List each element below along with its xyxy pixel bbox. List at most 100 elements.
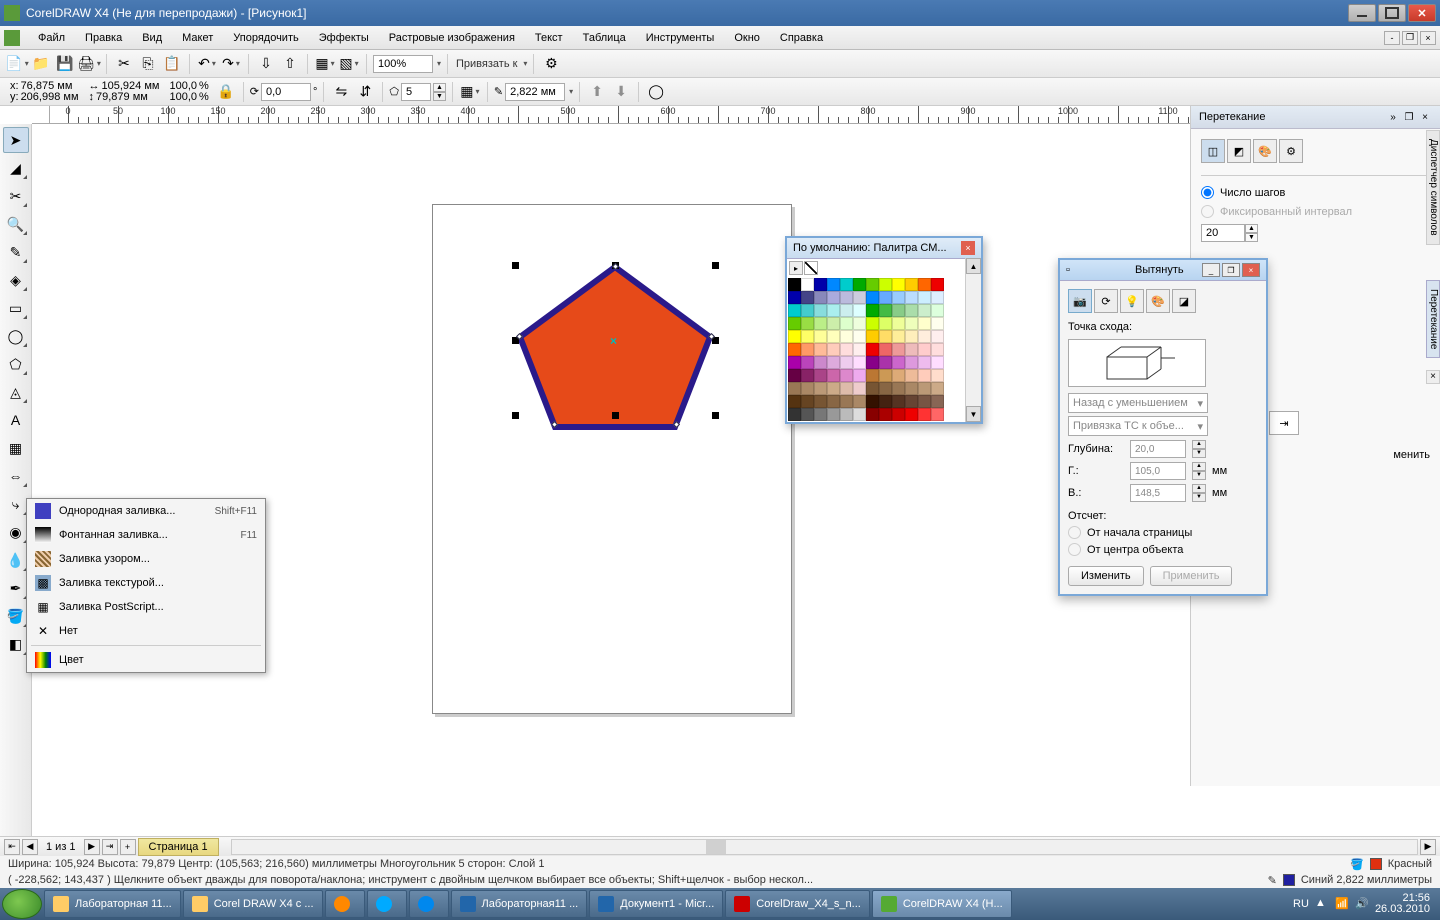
fixed-radio[interactable] (1201, 205, 1214, 218)
palette-swatch[interactable] (879, 330, 892, 343)
extrude-apply-button[interactable]: Применить (1150, 566, 1233, 586)
scale-y-value[interactable]: 100,0 (169, 92, 197, 103)
palette-swatch[interactable] (905, 343, 918, 356)
palette-swatch[interactable] (905, 356, 918, 369)
shape-tool[interactable]: ◢ (3, 155, 29, 181)
palette-swatch[interactable] (788, 395, 801, 408)
palette-swatch[interactable] (931, 395, 944, 408)
palette-swatch[interactable] (788, 356, 801, 369)
palette-swatch[interactable] (918, 291, 931, 304)
palette-swatch[interactable] (879, 356, 892, 369)
doc-minimize-button[interactable]: - (1384, 31, 1400, 45)
blend-undock-button[interactable]: ❐ (1402, 110, 1416, 124)
palette-swatch[interactable] (918, 317, 931, 330)
ruler-origin[interactable] (32, 106, 50, 124)
palette-swatch[interactable] (788, 382, 801, 395)
palette-swatch[interactable] (918, 304, 931, 317)
palette-swatch[interactable] (827, 408, 840, 421)
palette-swatch[interactable] (905, 408, 918, 421)
palette-swatch[interactable] (840, 395, 853, 408)
blend-tab-accel[interactable]: ◩ (1227, 139, 1251, 163)
docker-tab-symbols[interactable]: Диспетчер символов (1426, 130, 1440, 245)
doc-restore-button[interactable]: ❐ (1402, 31, 1418, 45)
palette-swatch[interactable] (840, 343, 853, 356)
palette-swatch[interactable] (892, 330, 905, 343)
palette-swatch[interactable] (788, 278, 801, 291)
palette-swatch[interactable] (853, 369, 866, 382)
palette-swatch[interactable] (788, 343, 801, 356)
extrude-lock-select[interactable]: Привязка ТС к объе...▾ (1068, 416, 1208, 436)
palette-scrollbar[interactable]: ▲ ▼ (965, 258, 981, 422)
palette-swatch[interactable] (879, 317, 892, 330)
window-maximize-button[interactable] (1378, 4, 1406, 22)
interactive-tool[interactable]: ◉ (3, 519, 29, 545)
no-fill-item[interactable]: ✕Нет (27, 619, 265, 643)
task-coreldraw[interactable]: CorelDRAW X4 (Н... (872, 890, 1012, 918)
tray-flag-icon[interactable]: ▲ (1315, 897, 1329, 911)
docker-tab-close[interactable]: × (1426, 370, 1440, 384)
palette-swatch[interactable] (879, 395, 892, 408)
palette-swatch[interactable] (814, 304, 827, 317)
palette-swatch[interactable] (866, 278, 879, 291)
next-page-button[interactable]: ▶ (84, 839, 100, 855)
palette-swatch[interactable] (879, 291, 892, 304)
first-page-button[interactable]: ⇤ (4, 839, 20, 855)
palette-swatch[interactable] (801, 291, 814, 304)
extrude-tab-light[interactable]: 💡 (1120, 289, 1144, 313)
fill-swatch[interactable] (1370, 858, 1382, 870)
task-ie[interactable] (409, 890, 449, 918)
palette-swatch[interactable] (788, 330, 801, 343)
palette-swatch[interactable] (866, 408, 879, 421)
palette-swatch[interactable] (801, 278, 814, 291)
task-folder-2[interactable]: Corel DRAW X4 c ... (183, 890, 323, 918)
doc-close-button[interactable]: × (1420, 31, 1436, 45)
palette-swatch[interactable] (814, 291, 827, 304)
options-button[interactable]: ⚙ (540, 53, 562, 75)
handle-ne[interactable] (712, 262, 719, 269)
palette-swatch[interactable] (840, 304, 853, 317)
v-input[interactable] (1130, 484, 1186, 502)
menu-table[interactable]: Таблица (573, 29, 636, 47)
blend-tab-misc[interactable]: ⚙ (1279, 139, 1303, 163)
task-folder-1[interactable]: Лабораторная 11... (44, 890, 181, 918)
last-page-button[interactable]: ⇥ (102, 839, 118, 855)
handle-s[interactable] (612, 412, 619, 419)
palette-swatch[interactable] (931, 408, 944, 421)
palette-swatch[interactable] (788, 369, 801, 382)
palette-swatch[interactable] (840, 317, 853, 330)
palette-swatch[interactable] (827, 330, 840, 343)
palette-swatch[interactable] (866, 343, 879, 356)
palette-swatch[interactable] (788, 408, 801, 421)
palette-swatch[interactable] (879, 343, 892, 356)
palette-swatch[interactable] (879, 408, 892, 421)
mirror-h-button[interactable]: ⇋ (330, 81, 352, 103)
scale-x-value[interactable]: 100,0 (169, 81, 197, 92)
palette-swatch[interactable] (905, 395, 918, 408)
palette-swatch[interactable] (866, 356, 879, 369)
palette-swatch[interactable] (879, 369, 892, 382)
rotation-input[interactable] (261, 83, 311, 101)
extrude-min-button[interactable]: _ (1202, 263, 1220, 277)
color-fill-item[interactable]: Цвет (27, 648, 265, 672)
palette-swatch[interactable] (866, 304, 879, 317)
blend-apply-button[interactable]: менить (1393, 449, 1430, 461)
copy-button[interactable]: ⎘ (137, 53, 159, 75)
new-button[interactable]: 📄 (6, 53, 28, 75)
paste-button[interactable]: 📋 (161, 53, 183, 75)
palette-swatch[interactable] (892, 291, 905, 304)
blend-titlebar[interactable]: Перетекание » ❐ × (1191, 106, 1440, 129)
extrude-titlebar[interactable]: ▫ Вытянуть _ ❐ × (1060, 260, 1266, 281)
table-tool[interactable]: ▦ (3, 435, 29, 461)
crop-tool[interactable]: ✂ (3, 183, 29, 209)
dimension-tool[interactable]: ⇔ (3, 463, 29, 489)
palette-swatch[interactable] (853, 395, 866, 408)
interactive-fill-tool[interactable]: ◧ (3, 631, 29, 657)
basic-shapes-tool[interactable]: ◬ (3, 379, 29, 405)
palette-swatch[interactable] (801, 330, 814, 343)
handle-nw[interactable] (512, 262, 519, 269)
palette-swatch[interactable] (931, 278, 944, 291)
outline-indicator-icon[interactable]: ✎ (1268, 874, 1277, 887)
palette-nocolor-button[interactable] (804, 261, 818, 275)
palette-swatch[interactable] (879, 304, 892, 317)
palette-swatch[interactable] (827, 356, 840, 369)
